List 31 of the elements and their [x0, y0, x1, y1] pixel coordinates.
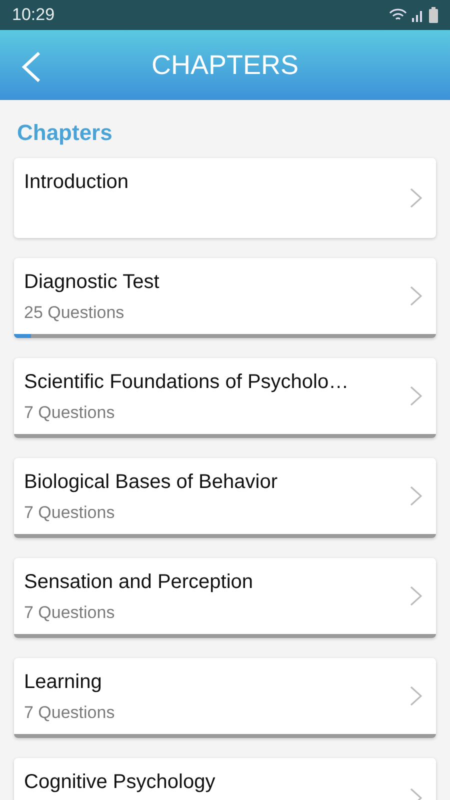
chevron-right-icon [410, 586, 422, 606]
chapter-card[interactable]: Scientific Foundations of Psycholo… 7 Questions [14, 358, 436, 438]
question-count: 7 Questions [24, 603, 116, 623]
chapter-card[interactable]: Introduction [14, 158, 436, 238]
question-count: 7 Questions [24, 503, 116, 523]
chapter-title: Cognitive Psychology [24, 771, 216, 794]
chevron-right-icon [410, 486, 422, 506]
chapter-title: Diagnostic Test [24, 271, 160, 294]
chapter-card[interactable]: Biological Bases of Behavior 7 Questions [14, 458, 436, 538]
chevron-right-icon [410, 286, 422, 306]
chapter-title: Biological Bases of Behavior [24, 471, 278, 494]
chevron-right-icon [410, 686, 422, 706]
chapter-card[interactable]: Sensation and Perception 7 Questions [14, 558, 436, 638]
chapter-title: Sensation and Perception [24, 571, 254, 594]
chapter-title: Scientific Foundations of Psycholo… [24, 371, 350, 394]
chevron-right-icon [410, 188, 422, 208]
chapter-card[interactable]: Learning 7 Questions [14, 658, 436, 738]
section-title: Chapters [16, 119, 114, 147]
question-count: 7 Questions [24, 403, 116, 423]
chapter-card[interactable]: Cognitive Psychology [14, 758, 436, 800]
wifi-icon [389, 8, 407, 22]
chevron-right-icon [410, 386, 422, 406]
signal-icon [411, 8, 425, 22]
question-count: 25 Questions [24, 303, 126, 323]
question-count: 7 Questions [24, 703, 116, 723]
chapter-title: Learning [24, 671, 103, 694]
chapter-title: Introduction [24, 171, 130, 194]
battery-icon [429, 7, 438, 23]
page-title: CHAPTERS [151, 50, 299, 80]
status-time: 10:29 [12, 5, 55, 25]
chapter-card[interactable]: Diagnostic Test 25 Questions [14, 258, 436, 338]
